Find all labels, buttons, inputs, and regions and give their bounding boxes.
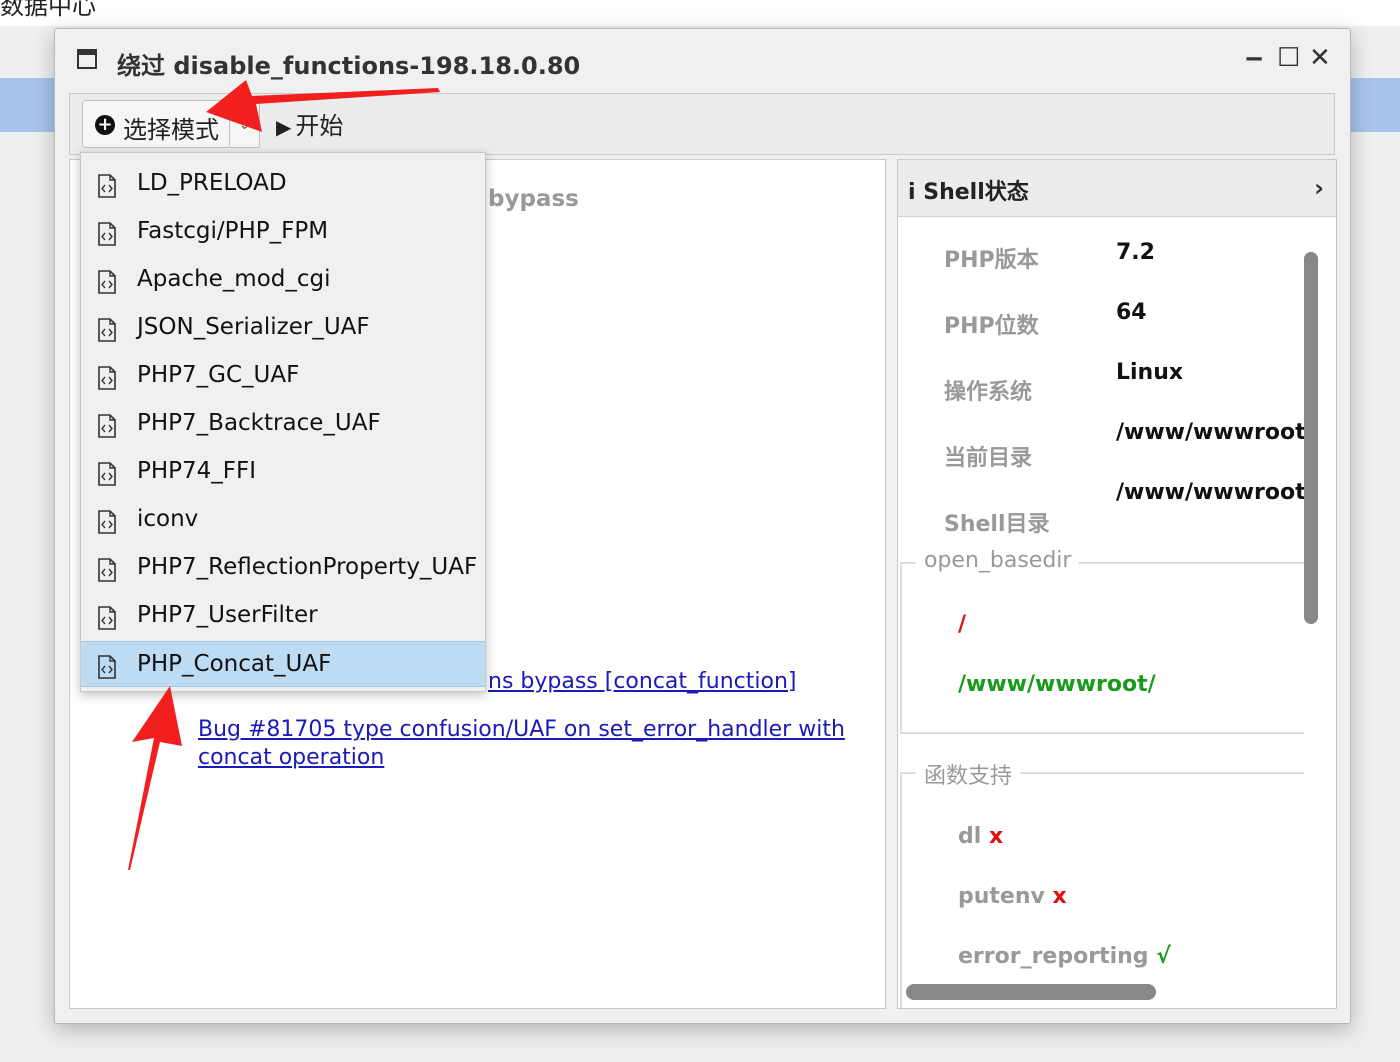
mode-dropdown-menu: LD_PRELOAD Fastcgi/PHP_FPM Apache_mod_cgi J… xyxy=(80,152,486,692)
code-file-icon xyxy=(98,270,116,294)
reference-link-concat[interactable]: ns bypass [concat_function] xyxy=(488,668,796,696)
mode-option[interactable]: PHP7_ReflectionProperty_UAF xyxy=(81,545,485,591)
reference-link-bug[interactable]: Bug #81705 type confusion/UAF on set_err… xyxy=(198,716,858,772)
background-title: 数据中心 xyxy=(0,0,96,20)
background-band-right xyxy=(1348,78,1400,132)
background-band-left xyxy=(0,78,56,132)
info-icon: i xyxy=(908,180,916,205)
mode-option[interactable]: JSON_Serializer_UAF xyxy=(81,305,485,351)
function-support-legend: 函数支持 xyxy=(916,758,1021,790)
plus-circle-icon: + xyxy=(95,115,115,135)
supported-icon: √ xyxy=(1156,944,1171,969)
function-dl: dl x xyxy=(958,824,1004,849)
shell-status-panel: i Shell状态 › PHP版本 7.2 PHP位数 64 操作系统 Linu… xyxy=(897,159,1337,1009)
horizontal-scrollbar[interactable] xyxy=(906,984,1156,1000)
vertical-scrollbar[interactable] xyxy=(1304,252,1318,624)
shell-status-header[interactable]: i Shell状态 › xyxy=(898,160,1336,217)
code-file-icon xyxy=(98,414,116,438)
mode-option-label: iconv xyxy=(137,506,199,532)
window-title: 绕过 disable_functions-198.18.0.80 xyxy=(117,52,581,80)
window-icon xyxy=(77,49,97,69)
php-version-value: 7.2 xyxy=(1116,240,1155,265)
mode-option-label: PHP7_Backtrace_UAF xyxy=(137,410,381,436)
shell-status-title: i Shell状态 xyxy=(908,180,1029,205)
current-dir-label: 当前目录 xyxy=(944,446,1033,471)
os-value: Linux xyxy=(1116,360,1184,385)
toolbar: + 选择模式 ⌄ ▶ 开始 xyxy=(69,93,1335,155)
close-button[interactable]: ✕ xyxy=(1309,43,1331,73)
current-dir-value: /www/wwwroot xyxy=(1116,420,1306,445)
mode-option-label: Apache_mod_cgi xyxy=(137,266,331,292)
mode-option[interactable]: LD_PRELOAD xyxy=(81,161,485,207)
play-icon: ▶ xyxy=(276,115,292,139)
function-support-group: 函数支持 dl x putenv x error_reporting √ xyxy=(900,758,1304,1008)
mode-option-label: PHP7_GC_UAF xyxy=(137,362,300,388)
select-mode-dropdown-toggle[interactable]: ⌄ xyxy=(230,100,260,148)
title-bar[interactable]: 绕过 disable_functions-198.18.0.80 ‒ ☐ ✕ xyxy=(55,29,1350,91)
os-label: 操作系统 xyxy=(944,380,1033,405)
minimize-button[interactable]: ‒ xyxy=(1245,43,1263,73)
php-bits-label: PHP位数 xyxy=(944,314,1039,339)
mode-option[interactable]: PHP74_FFI xyxy=(81,449,485,495)
mode-option[interactable]: PHP7_GC_UAF xyxy=(81,353,485,399)
select-mode-label: 选择模式 xyxy=(123,116,219,144)
code-file-icon xyxy=(98,558,116,582)
unsupported-icon: x xyxy=(988,824,1004,849)
mode-option[interactable]: Apache_mod_cgi xyxy=(81,257,485,303)
basedir-wwwroot: /www/wwwroot/ xyxy=(958,672,1156,697)
unsupported-icon: x xyxy=(1052,884,1067,909)
mode-option-label: LD_PRELOAD xyxy=(137,170,287,196)
mode-option[interactable]: PHP7_UserFilter xyxy=(81,593,485,639)
start-label: 开始 xyxy=(295,112,344,140)
mode-option-label: JSON_Serializer_UAF xyxy=(137,314,370,340)
function-putenv: putenv x xyxy=(958,884,1067,909)
mode-option-label: Fastcgi/PHP_FPM xyxy=(137,218,329,244)
start-button[interactable]: ▶ 开始 xyxy=(276,106,343,141)
mode-option[interactable]: iconv xyxy=(81,497,485,543)
shell-dir-label: Shell目录 xyxy=(944,512,1050,537)
panel-heading-fragment: bypass xyxy=(488,186,579,212)
code-file-icon xyxy=(98,606,116,630)
code-file-icon xyxy=(98,366,116,390)
php-version-label: PHP版本 xyxy=(944,248,1039,273)
mode-option[interactable]: PHP_Concat_UAF xyxy=(81,641,485,687)
mode-option[interactable]: PHP7_Backtrace_UAF xyxy=(81,401,485,447)
select-mode-button[interactable]: + 选择模式 xyxy=(82,100,230,148)
mode-option-label: PHP74_FFI xyxy=(137,458,257,484)
php-bits-value: 64 xyxy=(1116,300,1147,325)
code-file-icon xyxy=(98,462,116,486)
function-error-reporting: error_reporting √ xyxy=(958,944,1171,969)
basedir-root: / xyxy=(958,612,967,637)
shell-dir-value: /www/wwwroot xyxy=(1116,480,1306,505)
code-file-icon xyxy=(98,222,116,246)
code-file-icon xyxy=(98,655,116,679)
background-top xyxy=(0,0,1400,26)
collapse-chevron-icon[interactable]: › xyxy=(1314,174,1324,202)
mode-option[interactable]: Fastcgi/PHP_FPM xyxy=(81,209,485,255)
open-basedir-legend: open_basedir xyxy=(916,548,1080,573)
open-basedir-group: open_basedir / /www/wwwroot/ xyxy=(900,548,1304,734)
code-file-icon xyxy=(98,510,116,534)
mode-option-label: PHP7_ReflectionProperty_UAF xyxy=(137,554,478,580)
mode-option-label: PHP_Concat_UAF xyxy=(137,651,332,677)
code-file-icon xyxy=(98,318,116,342)
mode-option-label: PHP7_UserFilter xyxy=(137,602,318,628)
maximize-button[interactable]: ☐ xyxy=(1277,43,1300,73)
code-file-icon xyxy=(98,174,116,198)
